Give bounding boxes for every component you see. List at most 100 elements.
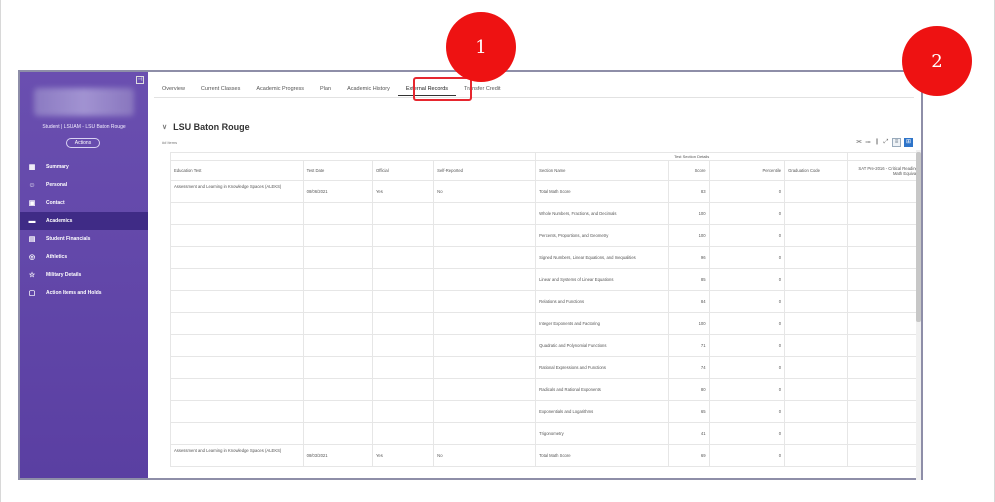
collapse-sidebar-icon[interactable]: ⊣ — [136, 76, 144, 84]
cell-test-date — [302, 290, 373, 313]
cell-section-name: Percents, Proportions, and Geometry — [535, 224, 669, 247]
column-header[interactable]: Percentile — [708, 160, 786, 181]
sidebar-item-personal[interactable]: ☺ Personal — [20, 176, 148, 194]
cell-education-test — [170, 290, 304, 313]
cell-education-test: Assessment and Learning in Knowledge Spa… — [170, 444, 304, 467]
cell-percentile: 0 — [708, 422, 786, 445]
cell-official: Yes — [371, 444, 435, 467]
table-row: Relations and Functions 84 0 — [170, 290, 921, 313]
cell-score: 69 — [667, 444, 710, 467]
cell-sat: 0 — [847, 180, 921, 203]
cell-official — [371, 202, 435, 225]
scrollbar-thumb[interactable] — [916, 152, 921, 322]
column-header[interactable]: Test Date — [302, 160, 373, 181]
table-row: Percents, Proportions, and Geometry 100 0 — [170, 224, 921, 247]
tab-academic-history[interactable]: Academic History — [339, 82, 398, 96]
cell-self-reported — [433, 378, 537, 401]
sidebar-item-contact[interactable]: ▣ Contact — [20, 194, 148, 212]
column-header[interactable]: Official — [371, 160, 435, 181]
student-label: Student | LSUAM - LSU Baton Rouge — [42, 124, 126, 130]
sidebar-item-action-items[interactable]: ▢ Action Items and Holds — [20, 284, 148, 302]
cell-official — [371, 268, 435, 291]
cell-section-name: Whole Numbers, Fractions, and Decimals — [535, 202, 669, 225]
tab-overview[interactable]: Overview — [154, 82, 193, 96]
table-row: Rational Expressions and Functions 74 0 — [170, 356, 921, 379]
table-body: Assessment and Learning in Knowledge Spa… — [170, 180, 921, 467]
cell-self-reported — [433, 422, 537, 445]
cell-self-reported — [433, 290, 537, 313]
cell-graduation-code — [784, 444, 849, 467]
cell-official — [371, 422, 435, 445]
tab-academic-progress[interactable]: Academic Progress — [248, 82, 312, 96]
column-header[interactable]: SAT Pre-2016 - Critical Reading and Math… — [847, 160, 921, 181]
chart-icon[interactable]: ❙ — [874, 139, 880, 146]
cell-education-test — [170, 268, 304, 291]
export-icon[interactable]: ⫘ — [856, 139, 862, 146]
cell-education-test — [170, 422, 304, 445]
cell-percentile: 0 — [708, 268, 786, 291]
cell-sat — [847, 422, 921, 445]
actions-button[interactable]: Actions — [66, 138, 100, 148]
cell-score: 96 — [667, 246, 710, 269]
cell-percentile: 0 — [708, 290, 786, 313]
column-header[interactable]: Score — [667, 160, 710, 181]
table-group-header-row: Test Section Details — [169, 152, 921, 161]
cell-education-test — [170, 378, 304, 401]
sidebar-item-label: Military Details — [46, 272, 82, 278]
military-icon: ☆ — [28, 272, 36, 279]
cell-self-reported — [433, 356, 537, 379]
column-header[interactable]: Self-Reported — [433, 160, 537, 181]
annotation-marker-2: 2 — [902, 26, 972, 96]
group-header: Test Section Details — [535, 152, 849, 161]
sidebar-item-military-details[interactable]: ☆ Military Details — [20, 266, 148, 284]
table-row: Assessment and Learning in Knowledge Spa… — [170, 444, 921, 467]
cell-official — [371, 224, 435, 247]
grid-view-icon[interactable]: ⊞ — [904, 138, 913, 147]
table-row: Linear and Systems of Linear Equations 85… — [170, 268, 921, 291]
sidebar-item-label: Academics — [46, 218, 73, 224]
cell-official — [371, 312, 435, 335]
sidebar-item-label: Personal — [46, 182, 68, 188]
action-items-icon: ▢ — [28, 290, 36, 297]
cell-percentile: 0 — [708, 202, 786, 225]
cell-self-reported — [433, 202, 537, 225]
cell-sat — [847, 334, 921, 357]
tab-current-classes[interactable]: Current Classes — [193, 82, 248, 96]
chevron-down-icon[interactable]: ∨ — [162, 123, 167, 131]
tab-plan[interactable]: Plan — [312, 82, 339, 96]
cell-sat — [847, 356, 921, 379]
cell-graduation-code — [784, 312, 849, 335]
external-records-table: Test Section Details Education Test Test… — [169, 152, 921, 467]
sidebar-item-label: Action Items and Holds — [46, 290, 102, 296]
section-header[interactable]: ∨ LSU Baton Rouge — [162, 122, 250, 132]
cell-graduation-code — [784, 268, 849, 291]
sidebar-item-summary[interactable]: ▦ Summary — [20, 158, 148, 176]
cell-graduation-code — [784, 422, 849, 445]
cell-score: 84 — [667, 290, 710, 313]
sidebar-item-student-financials[interactable]: ▤ Student Financials — [20, 230, 148, 248]
cell-section-name: Total Math Score — [535, 180, 669, 203]
expand-icon[interactable]: ⤢ — [883, 139, 889, 146]
cell-percentile: 0 — [708, 246, 786, 269]
cell-education-test — [170, 202, 304, 225]
cell-official — [371, 290, 435, 313]
cell-self-reported — [433, 246, 537, 269]
sidebar-item-athletics[interactable]: ◎ Athletics — [20, 248, 148, 266]
grid-toolbar: ⫘ ⩴ ❙ ⤢ ≡ ⊞ — [856, 138, 913, 147]
sidebar-item-academics[interactable]: ▬ Academics — [20, 212, 148, 230]
items-count: ## items — [162, 140, 178, 145]
column-header[interactable]: Section Name — [535, 160, 669, 181]
cell-percentile: 0 — [708, 444, 786, 467]
sidebar-item-label: Student Financials — [46, 236, 91, 242]
cell-test-date — [302, 356, 373, 379]
column-header[interactable]: Graduation Code — [784, 160, 849, 181]
cell-test-date — [302, 422, 373, 445]
cell-sat — [847, 290, 921, 313]
cell-section-name: Quadratic and Polynomial Functions — [535, 334, 669, 357]
column-header[interactable]: Education Test — [170, 160, 304, 181]
filter-icon[interactable]: ⩴ — [865, 139, 871, 146]
cell-section-name: Trigonometry — [535, 422, 669, 445]
list-view-icon[interactable]: ≡ — [892, 138, 901, 147]
cell-test-date — [302, 378, 373, 401]
cell-self-reported — [433, 268, 537, 291]
